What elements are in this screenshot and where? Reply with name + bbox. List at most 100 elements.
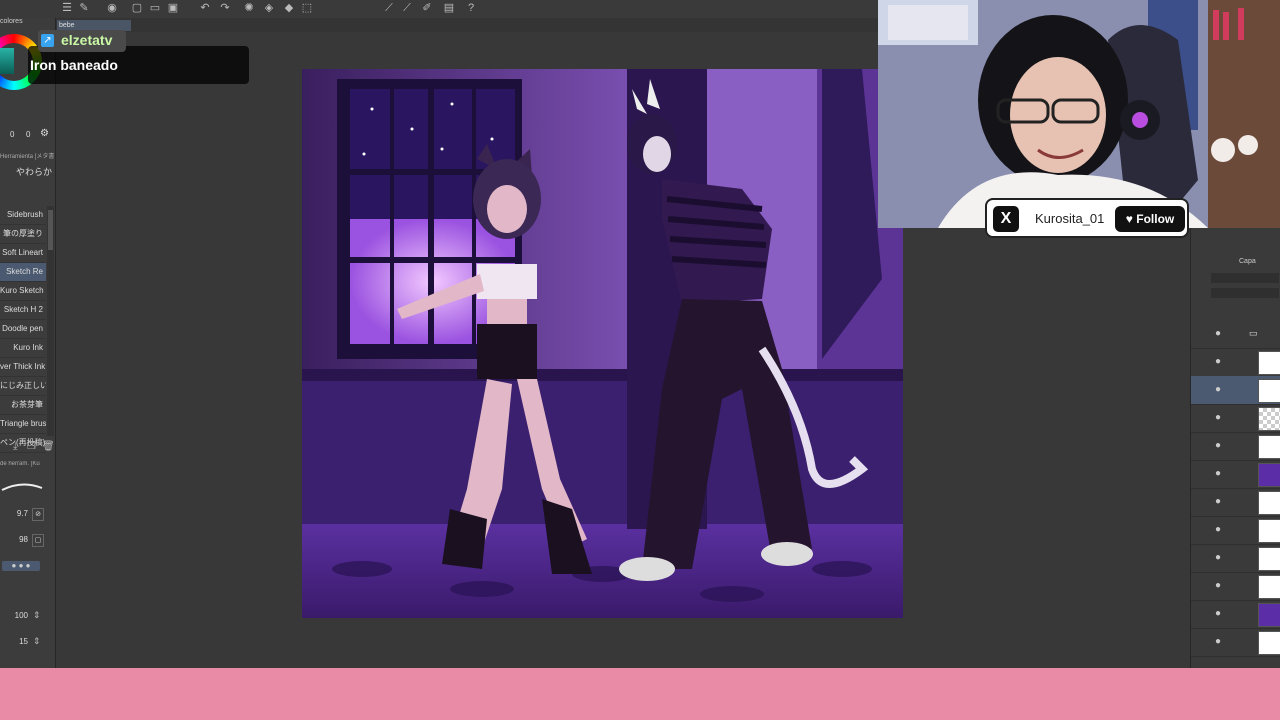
layer-row[interactable]: ● xyxy=(1191,460,1280,489)
stabilization-value: 15 xyxy=(19,637,28,646)
eye-icon[interactable]: ● xyxy=(1215,328,1221,339)
heart-icon: ♥ xyxy=(1125,212,1133,226)
layer-row[interactable]: ● xyxy=(1191,600,1280,629)
stabilization-row[interactable]: 15 ⇕ xyxy=(0,634,55,650)
layer-row[interactable]: ● xyxy=(1191,544,1280,573)
eye-icon[interactable]: ● xyxy=(1215,552,1221,563)
layer-row-selected[interactable]: ● xyxy=(1191,376,1280,405)
brush-item[interactable]: にじみ正しい xyxy=(0,377,46,396)
opacity-value: 98 xyxy=(19,535,28,544)
webcam-feed xyxy=(878,0,1280,228)
layer-row[interactable]: ● xyxy=(1191,516,1280,545)
layer-row[interactable]: ● xyxy=(1191,488,1280,517)
eye-icon[interactable]: ● xyxy=(1215,412,1221,423)
brush-icon[interactable]: ✐ xyxy=(420,2,434,15)
artwork-canvas[interactable] xyxy=(302,69,903,618)
brush-shape-row[interactable]: ● ● ● xyxy=(0,558,55,574)
brush-item[interactable]: Kuro Ink xyxy=(0,339,46,358)
eye-icon[interactable]: ● xyxy=(1215,496,1221,507)
eye-icon[interactable]: ● xyxy=(1215,580,1221,591)
brush-item[interactable]: お茶芽筆 xyxy=(0,396,46,415)
density-stepper[interactable]: ⇕ xyxy=(33,610,41,621)
eye-icon[interactable]: ● xyxy=(1215,356,1221,367)
layer-row[interactable]: ● xyxy=(1191,348,1280,377)
undo-icon[interactable]: ↶ xyxy=(198,2,212,15)
sub-tool[interactable]: やわらか xyxy=(0,165,55,179)
brush-stroke-preview xyxy=(0,480,44,494)
brush-item[interactable]: ver Thick Ink xyxy=(0,358,46,377)
social-username: Kurosita_01 xyxy=(1035,211,1105,226)
pen-icon[interactable]: ✎ xyxy=(77,2,91,15)
stream-bottom-band xyxy=(0,668,1280,720)
density-row[interactable]: 100 ⇕ xyxy=(0,608,55,624)
social-card: X Kurosita_01 ♥ Follow xyxy=(985,198,1189,238)
brush-item-selected[interactable]: Sketch Re xyxy=(0,263,46,282)
transform-icon[interactable]: ◆ xyxy=(282,2,296,15)
chat-username: elzetatv xyxy=(61,32,113,48)
x-logo-icon: X xyxy=(993,206,1019,232)
help-icon[interactable]: ? xyxy=(464,2,478,15)
document-tab-label: bebe xyxy=(59,22,75,29)
new-doc-icon[interactable]: ▢ xyxy=(130,2,144,15)
brush-item[interactable]: Doodle pen xyxy=(0,320,46,339)
top-toolbar: ☰ ✎ ◉ ▢ ▭ ▣ ↶ ↷ ✺ ◈ ◆ ⬚ ⟋ ⟋ ✐ ▤ ? xyxy=(0,0,880,19)
brush-item[interactable]: Sketch H 2 xyxy=(0,301,46,320)
color-square[interactable] xyxy=(0,48,14,74)
menu-icon[interactable]: ☰ xyxy=(60,2,74,15)
chat-username-badge: ↗ elzetatv xyxy=(38,30,126,52)
layer-folder[interactable]: ● ▭ xyxy=(1191,320,1280,349)
follow-button[interactable]: ♥ Follow xyxy=(1115,206,1185,232)
eye-icon[interactable]: ● xyxy=(1215,608,1221,619)
layers-panel: Capa ● ▭ ● ● ● ● ● ● ● ● ● ● ● xyxy=(1190,228,1280,668)
layer-tools[interactable] xyxy=(1211,288,1279,298)
user-badge-icon: ↗ xyxy=(41,34,54,47)
brush-item[interactable]: Sidebrush xyxy=(0,206,46,225)
brush-item[interactable]: Kuro Sketch xyxy=(0,282,46,301)
layer-row[interactable]: ● xyxy=(1191,432,1280,461)
stabilization-stepper[interactable]: ⇕ xyxy=(33,636,41,647)
fill-icon[interactable]: ◈ xyxy=(262,2,276,15)
opacity-settings-icon[interactable]: ▢ xyxy=(32,534,44,547)
save-icon[interactable]: ▣ xyxy=(166,2,180,15)
spinner-icon[interactable]: ✺ xyxy=(242,2,256,15)
eye-icon[interactable]: ● xyxy=(1215,524,1221,535)
brush-item[interactable]: Soft Lineart xyxy=(0,244,46,263)
follow-label: Follow xyxy=(1136,212,1175,226)
eye-icon[interactable]: ● xyxy=(1215,384,1221,395)
size-settings-icon[interactable]: ⊘ xyxy=(32,508,44,521)
brush-scrollbar[interactable] xyxy=(47,206,54,436)
eye-icon[interactable]: ◉ xyxy=(105,2,119,15)
color-panel-header: colores xyxy=(0,18,23,25)
brush-size-row[interactable]: 9.7 ⊘ xyxy=(0,506,55,522)
brush-shape-selector[interactable]: ● ● ● xyxy=(2,561,40,571)
density-value: 100 xyxy=(14,611,28,620)
open-folder-icon[interactable]: ▭ xyxy=(148,2,162,15)
brush-item[interactable]: Triangle brush xyxy=(0,415,46,434)
chat-message-text: Iron baneado xyxy=(30,57,118,73)
redo-icon[interactable]: ↷ xyxy=(218,2,232,15)
pen-line-icon[interactable]: ⟋ xyxy=(400,2,414,15)
ruler-icon[interactable]: ⟋ xyxy=(382,2,396,15)
brush-list: Sidebrush 筆の厚塗り Soft Lineart Sketch Re K… xyxy=(0,206,46,453)
brush-size-value: 9.7 xyxy=(16,509,28,518)
eye-icon[interactable]: ● xyxy=(1215,468,1221,479)
copy-icon[interactable]: ❐ xyxy=(27,441,36,452)
layer-icon[interactable]: ▤ xyxy=(442,2,456,15)
blend-mode-select[interactable] xyxy=(1211,273,1279,283)
layer-row[interactable]: ● xyxy=(1191,628,1280,657)
opacity-row[interactable]: 98 ▢ xyxy=(0,532,55,548)
layer-row[interactable]: ● xyxy=(1191,572,1280,601)
folder-icon: ▭ xyxy=(1249,328,1258,338)
settings-icon[interactable]: ⚙ xyxy=(40,128,49,139)
document-tabs: bebe xyxy=(55,18,880,32)
eye-icon[interactable]: ● xyxy=(1215,636,1221,647)
eye-icon[interactable]: ● xyxy=(1215,440,1221,451)
layer-row[interactable]: ● xyxy=(1191,404,1280,433)
select-icon[interactable]: ⬚ xyxy=(300,2,314,15)
brush-item[interactable]: 筆の厚塗り xyxy=(0,225,46,244)
tool-property-header: de herram. [Ku xyxy=(0,461,40,467)
color-values: 0 0 ⚙ xyxy=(0,128,55,141)
trash-icon[interactable]: 🗑 xyxy=(42,441,55,452)
left-tool-panel: colores 0 0 ⚙ Herramienta [メタ書き やわらか Sid… xyxy=(0,18,56,668)
download-icon[interactable]: ⤓ xyxy=(13,441,17,452)
